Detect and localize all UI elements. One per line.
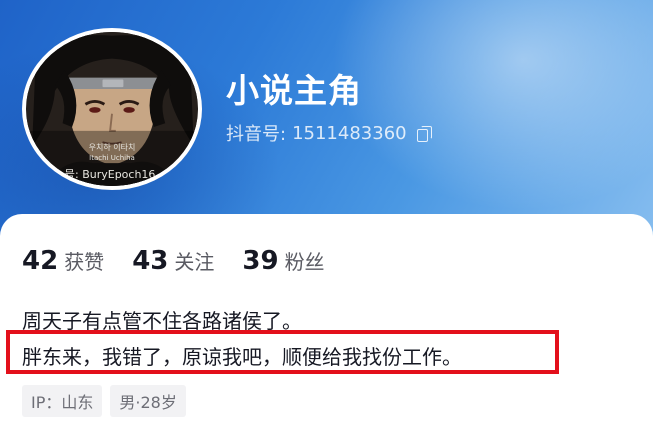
avatar[interactable]: 우치하 이타치 Itachi Uchiha 号: BuryEpoch16 <box>22 28 202 190</box>
highlight-annotation-box <box>6 330 559 374</box>
profile-nickname: 小说主角 <box>226 71 362 110</box>
copy-icon[interactable] <box>416 125 432 142</box>
douyin-id-value: 1511483360 <box>292 122 407 144</box>
avatar-caption-id: 号: BuryEpoch16 <box>64 168 156 181</box>
header-glow <box>333 0 653 210</box>
douyin-id-label: 抖音号: <box>226 124 287 145</box>
stat-following[interactable]: 43 关注 <box>132 246 214 276</box>
stat-likes-label: 获赞 <box>64 250 105 274</box>
avatar-caption-korean: 우치하 이타치 <box>88 143 136 152</box>
gender-age-tag: 男·28岁 <box>110 385 186 417</box>
douyin-id-row: 抖音号: 1511483360 <box>226 120 432 146</box>
stat-following-value: 43 <box>132 246 169 276</box>
stat-likes[interactable]: 42 获赞 <box>22 246 104 276</box>
stat-followers[interactable]: 39 粉丝 <box>242 246 324 276</box>
stat-following-label: 关注 <box>174 250 215 274</box>
avatar-caption-english: Itachi Uchiha <box>89 154 135 162</box>
stat-likes-value: 42 <box>22 246 59 276</box>
stat-followers-value: 39 <box>242 246 279 276</box>
profile-stats: 42 获赞 43 关注 39 粉丝 <box>22 246 353 276</box>
ip-location-tag: IP：山东 <box>22 385 103 417</box>
avatar-portrait-image <box>26 32 198 186</box>
profile-tags: IP：山东 男·28岁 <box>22 385 186 417</box>
stat-followers-label: 粉丝 <box>284 250 325 274</box>
